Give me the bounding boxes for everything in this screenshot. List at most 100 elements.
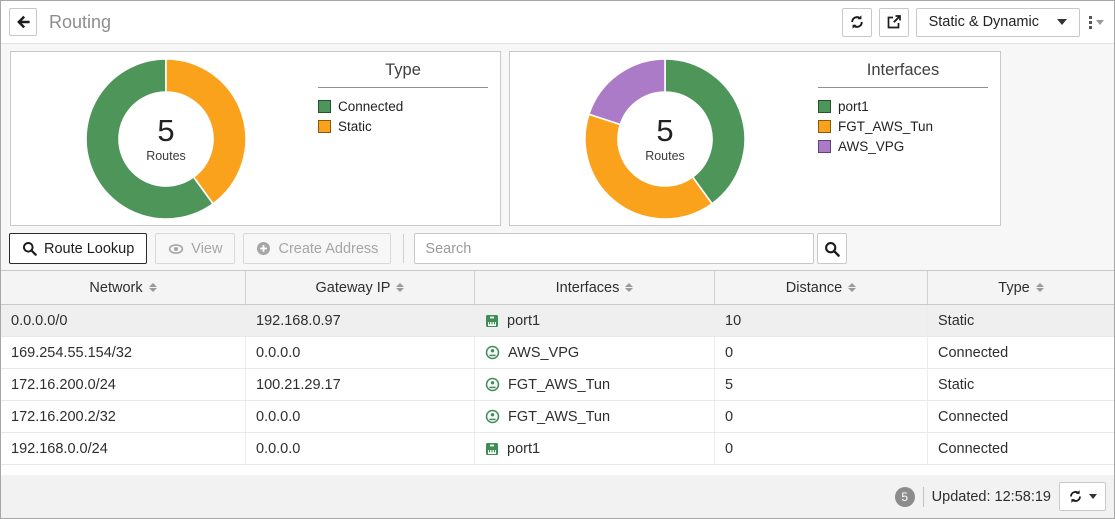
interface-cell: port1	[475, 305, 715, 336]
kebab-menu-icon	[1089, 16, 1092, 29]
legend-label: Connected	[338, 99, 403, 114]
refresh-icon	[1068, 489, 1083, 504]
plus-circle-icon	[256, 241, 271, 256]
interface-label: FGT_AWS_Tun	[508, 409, 610, 425]
interfaces-donut-chart	[582, 56, 748, 222]
column-label: Distance	[786, 280, 842, 296]
refresh-icon	[849, 14, 865, 30]
interfaces-chart-panel: 5 Routes Interfaces port1FGT_AWS_TunAWS_…	[509, 51, 1001, 226]
routing-page: Routing	[0, 0, 1115, 519]
distance-cell: 10	[715, 305, 928, 336]
interface-cell: AWS_VPG	[475, 337, 715, 368]
legend-label: FGT_AWS_Tun	[838, 119, 933, 134]
footer-divider	[923, 487, 924, 507]
chevron-down-icon	[1089, 494, 1097, 499]
column-header-type[interactable]: Type	[928, 271, 1114, 304]
create-address-button[interactable]: Create Address	[243, 233, 391, 264]
interface-cell: FGT_AWS_Tun	[475, 401, 715, 432]
legend-swatch-icon	[318, 100, 331, 113]
table-row[interactable]: 192.168.0.0/240.0.0.0 port10Connected	[1, 433, 1114, 465]
refresh-button[interactable]	[842, 8, 872, 37]
column-header-distance[interactable]: Distance	[715, 271, 928, 304]
interface-cell: port1	[475, 433, 715, 464]
search-button[interactable]	[817, 233, 847, 264]
donut-slice-Static[interactable]	[166, 59, 246, 204]
legend-swatch-icon	[818, 100, 831, 113]
search-icon	[824, 241, 840, 257]
view-label: View	[191, 241, 222, 257]
legend-swatch-icon	[818, 140, 831, 153]
column-label: Type	[998, 280, 1029, 296]
more-options-menu[interactable]	[1087, 16, 1106, 29]
header: Routing	[1, 1, 1114, 44]
column-header-gateway-ip[interactable]: Gateway IP	[246, 271, 475, 304]
type-cell: Connected	[928, 337, 1114, 368]
footer-refresh-button[interactable]	[1059, 482, 1106, 511]
route-view-mode-dropdown[interactable]: Static & Dynamic	[916, 8, 1080, 37]
sort-icon	[396, 283, 404, 292]
donut-slice-port1[interactable]	[665, 59, 745, 204]
row-count-badge: 5	[895, 487, 915, 507]
page-title: Routing	[49, 12, 111, 33]
tunnel-icon	[485, 409, 500, 424]
open-in-window-button[interactable]	[879, 8, 909, 37]
column-header-network[interactable]: Network	[1, 271, 246, 304]
legend-item: FGT_AWS_Tun	[818, 119, 988, 134]
gateway-cell: 0.0.0.0	[246, 337, 475, 368]
legend-swatch-icon	[318, 120, 331, 133]
network-cell: 169.254.55.154/32	[1, 337, 246, 368]
type-cell: Static	[928, 305, 1114, 336]
port-icon	[485, 314, 499, 328]
legend-label: port1	[838, 99, 869, 114]
table-row[interactable]: 0.0.0.0/0192.168.0.97 port110Static	[1, 305, 1114, 337]
header-actions: Static & Dynamic	[842, 8, 1106, 37]
updated-timestamp: Updated: 12:58:19	[932, 489, 1051, 505]
column-header-interfaces[interactable]: Interfaces	[475, 271, 715, 304]
table-row[interactable]: 172.16.200.2/320.0.0.0 FGT_AWS_Tun0Conne…	[1, 401, 1114, 433]
table-row[interactable]: 169.254.55.154/320.0.0.0 AWS_VPG0Connect…	[1, 337, 1114, 369]
gateway-cell: 100.21.29.17	[246, 369, 475, 400]
sort-icon	[848, 283, 856, 292]
chevron-down-icon	[1057, 19, 1067, 25]
routes-table: NetworkGateway IPInterfacesDistanceType …	[1, 270, 1114, 477]
sort-icon	[625, 283, 633, 292]
port-icon	[485, 442, 499, 456]
chevron-down-icon	[1096, 20, 1104, 25]
interface-cell: FGT_AWS_Tun	[475, 369, 715, 400]
gateway-cell: 192.168.0.97	[246, 305, 475, 336]
legend-label: AWS_VPG	[838, 139, 904, 154]
interface-label: port1	[507, 441, 540, 457]
route-lookup-button[interactable]: Route Lookup	[9, 233, 147, 264]
type-cell: Static	[928, 369, 1114, 400]
route-view-mode-label: Static & Dynamic	[929, 14, 1039, 30]
search-input[interactable]	[414, 233, 814, 264]
legend-title: Type	[318, 61, 488, 88]
distance-cell: 0	[715, 337, 928, 368]
gateway-cell: 0.0.0.0	[246, 433, 475, 464]
legend-items: Connected Static	[318, 99, 488, 134]
legend-item: Static	[318, 119, 488, 134]
column-label: Interfaces	[556, 280, 620, 296]
footer-statusbar: 5 Updated: 12:58:19	[1, 475, 1114, 518]
sort-icon	[1036, 283, 1044, 292]
table-row[interactable]: 172.16.200.0/24100.21.29.17 FGT_AWS_Tun5…	[1, 369, 1114, 401]
tunnel-icon	[485, 345, 500, 360]
interfaces-legend: Interfaces port1 FGT_AWS_Tun AWS_VPG	[818, 61, 1000, 159]
back-button[interactable]	[9, 8, 37, 36]
view-button[interactable]: View	[155, 233, 235, 264]
eye-icon	[168, 241, 184, 257]
donut-slice-FGT_AWS_Tun[interactable]	[585, 114, 712, 219]
column-label: Network	[89, 280, 142, 296]
external-link-icon	[886, 14, 902, 30]
distance-cell: 5	[715, 369, 928, 400]
donut-slice-AWS_VPG[interactable]	[589, 59, 665, 124]
type-cell: Connected	[928, 401, 1114, 432]
gateway-cell: 0.0.0.0	[246, 401, 475, 432]
legend-label: Static	[338, 119, 372, 134]
legend-title: Interfaces	[818, 61, 988, 88]
arrow-left-icon	[15, 14, 31, 30]
interface-label: port1	[507, 313, 540, 329]
route-lookup-label: Route Lookup	[44, 241, 134, 257]
toolbar: Route Lookup View Create Address	[1, 226, 1114, 270]
type-cell: Connected	[928, 433, 1114, 464]
